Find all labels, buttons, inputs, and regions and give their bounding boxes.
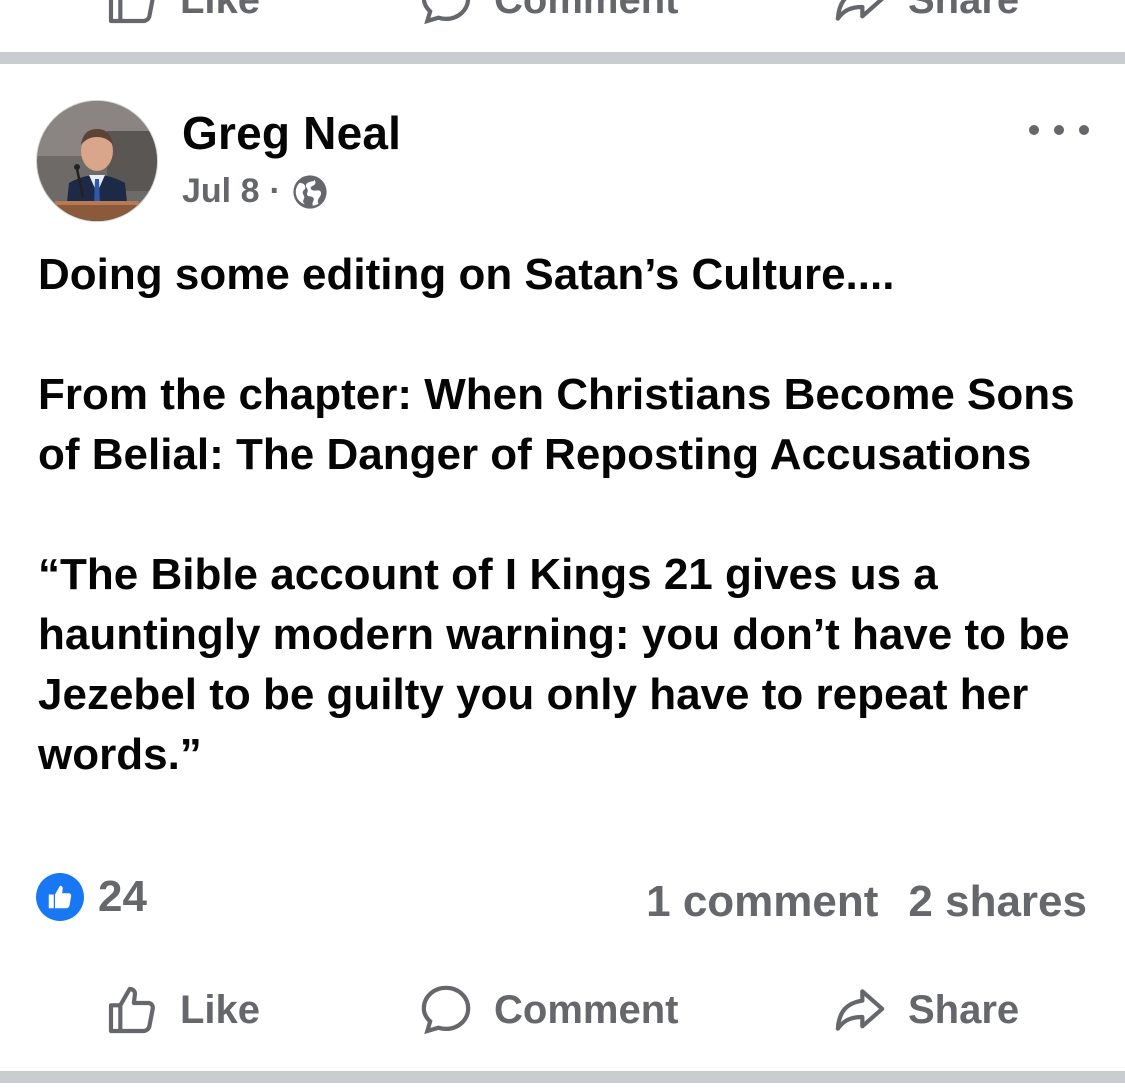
like-label: Like (180, 987, 261, 1032)
post-paragraph: Doing some editing on Satan’s Culture...… (38, 250, 895, 299)
more-dot (1079, 125, 1089, 135)
share-label: Share (908, 987, 1020, 1032)
comment-label: Comment (494, 987, 679, 1032)
comment-bubble-icon (421, 985, 471, 1035)
reaction-count: 24 (98, 872, 147, 921)
previous-post-action-bar: Like Comment Share (0, 0, 1125, 52)
profile-photo (37, 101, 157, 221)
more-dot (1054, 125, 1064, 135)
post-paragraph: “The Bible account of I Kings 21 gives u… (38, 550, 1070, 779)
meta-separator: · (269, 172, 281, 210)
more-dot (1029, 125, 1039, 135)
share-arrow-icon (835, 0, 884, 21)
like-reaction-icon (36, 873, 84, 921)
more-options-icon[interactable] (1029, 110, 1089, 150)
author-name[interactable]: Greg Neal (182, 106, 401, 160)
share-button[interactable]: Share (832, 982, 1019, 1038)
comment-bubble-icon (421, 0, 471, 25)
like-button[interactable]: Like (104, 982, 260, 1038)
previous-like-label: Like (180, 0, 260, 23)
post-date[interactable]: Jul 8 (182, 172, 259, 211)
thumbs-up-icon (108, 0, 155, 24)
post-meta: Jul 8 · (182, 172, 329, 211)
reaction-summary[interactable]: 24 (36, 872, 147, 922)
previous-share-label: Share (908, 0, 1019, 23)
previous-like-button[interactable]: Like (104, 0, 260, 28)
feed-separator-bottom (0, 1071, 1125, 1083)
engagement-stats: 1 comment 2 shares (646, 872, 1087, 932)
previous-comment-label: Comment (494, 0, 678, 23)
post-stats: 24 1 comment 2 shares (36, 872, 1087, 932)
previous-comment-button[interactable]: Comment (418, 0, 678, 28)
post-body: Doing some editing on Satan’s Culture...… (38, 245, 1088, 785)
avatar[interactable] (36, 100, 158, 222)
comment-button[interactable]: Comment (418, 982, 678, 1038)
thumbs-up-icon (108, 986, 155, 1034)
previous-share-button[interactable]: Share (832, 0, 1019, 28)
post-paragraph: From the chapter: When Christians Become… (38, 370, 1075, 479)
feed-separator-top (0, 52, 1125, 64)
post-header: Greg Neal Jul 8 · (36, 100, 1089, 222)
comment-count[interactable]: 1 comment (646, 877, 878, 927)
globe-icon (293, 174, 327, 209)
share-count[interactable]: 2 shares (908, 877, 1087, 927)
share-arrow-icon (835, 989, 885, 1031)
